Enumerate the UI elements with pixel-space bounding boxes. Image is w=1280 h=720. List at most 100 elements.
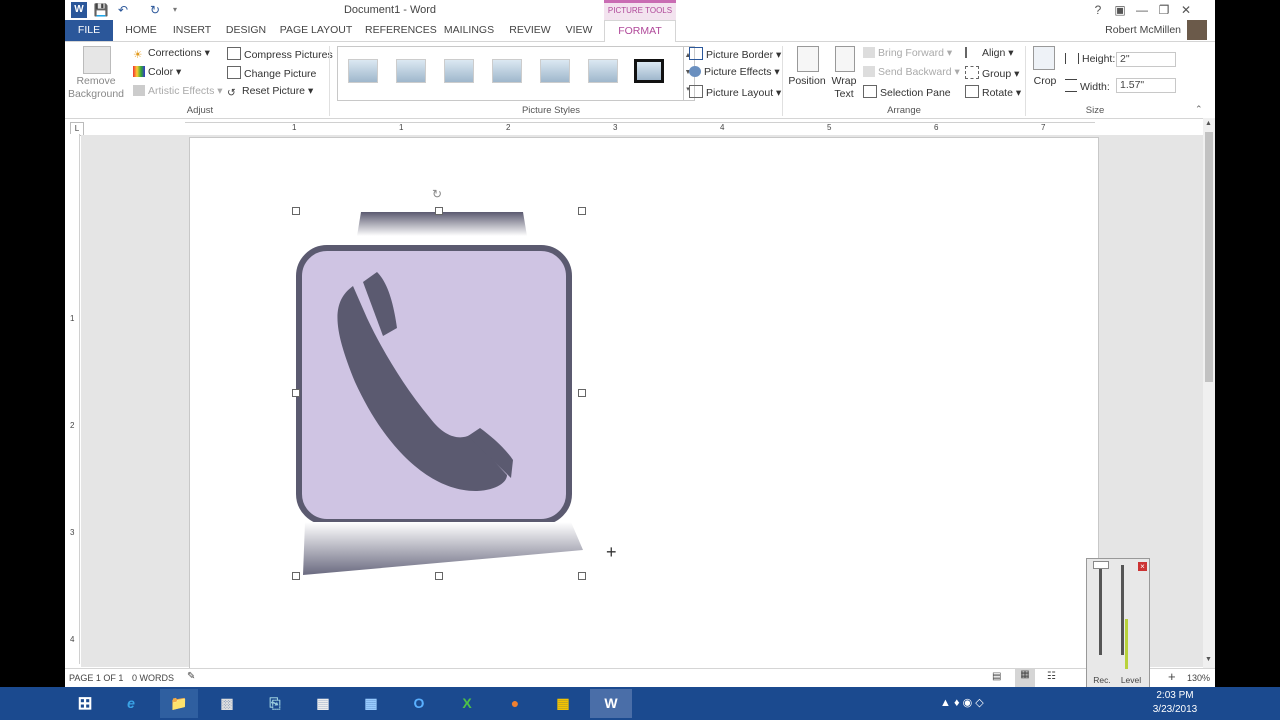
tray-icons[interactable]: ▲ ♦ ◉ ◇ (940, 696, 984, 709)
office-tiles-icon[interactable]: ▦ (544, 689, 582, 718)
bring-forward-button[interactable]: Bring Forward ▾ (863, 47, 952, 59)
resize-handle-top-right[interactable] (578, 207, 586, 215)
group-label-arrange: Arrange (887, 105, 921, 116)
word-taskbar-icon[interactable]: W (590, 689, 632, 718)
web-layout-icon[interactable]: ☷ (1047, 671, 1056, 682)
picture-style-2[interactable] (396, 59, 426, 83)
crop-icon[interactable] (1033, 46, 1055, 70)
title-bar: W 💾 ↶ ↻ ▾ Document1 - Word PICTURE TOOLS… (65, 0, 1215, 20)
picture-style-7[interactable] (634, 59, 664, 83)
wrap-text-icon[interactable] (835, 46, 855, 72)
remote-desktop-icon[interactable]: ▦ (352, 689, 390, 718)
scroll-up-icon[interactable]: ▲ (1205, 120, 1212, 127)
remove-background-button[interactable]: Remove Background (67, 75, 125, 101)
word-count[interactable]: 0 WORDS (132, 673, 174, 683)
position-button[interactable]: Position (783, 75, 831, 88)
vertical-scrollbar[interactable]: ▲ ▼ (1203, 118, 1215, 668)
selection-pane-button[interactable]: Selection Pane (863, 85, 951, 99)
zoom-level[interactable]: 130% (1187, 673, 1210, 683)
compress-pictures-button[interactable]: Compress Pictures (227, 47, 333, 61)
zoom-in-icon[interactable]: + (1168, 669, 1176, 684)
crop-button[interactable]: Crop (1027, 75, 1063, 88)
group-button[interactable]: Group ▾ (965, 66, 1019, 80)
horizontal-ruler[interactable]: 1 1 2 3 4 5 6 7 (185, 122, 1095, 136)
width-icon (1065, 79, 1077, 92)
height-input[interactable]: 2" (1116, 52, 1176, 67)
vertical-ruler[interactable]: 1 2 3 4 (69, 134, 80, 664)
width-input[interactable]: 1.57" (1116, 78, 1176, 93)
picture-style-5[interactable] (540, 59, 570, 83)
position-icon[interactable] (797, 46, 819, 72)
resize-handle-top-left[interactable] (292, 207, 300, 215)
avatar[interactable] (1187, 20, 1207, 40)
corrections-button[interactable]: ☀ Corrections ▾ (133, 47, 210, 61)
send-backward-button[interactable]: Send Backward ▾ (863, 66, 960, 78)
taskbar-clock[interactable]: 2:03 PM 3/23/2013 (1148, 689, 1202, 717)
network-app-icon[interactable]: ⎘ (256, 689, 294, 718)
scroll-thumb[interactable] (1205, 132, 1213, 382)
firefox-icon[interactable]: ● (496, 689, 534, 718)
resize-handle-bottom-right[interactable] (578, 572, 586, 580)
picture-layout-button[interactable]: Picture Layout ▾ (689, 85, 781, 99)
picture-border-button[interactable]: Picture Border ▾ (689, 47, 781, 61)
ribbon-display-options-icon[interactable]: ▣ (1109, 0, 1131, 20)
resize-handle-top[interactable] (435, 207, 443, 215)
picture-style-3[interactable] (444, 59, 474, 83)
print-layout-icon[interactable]: ▦ (1015, 669, 1035, 687)
start-button-icon[interactable]: ⊞ (66, 689, 104, 718)
tab-review[interactable]: REVIEW (509, 20, 551, 41)
resize-handle-bottom[interactable] (435, 572, 443, 580)
wrap-text-button[interactable]: Wrap Text (827, 75, 861, 101)
remove-background-icon[interactable] (83, 46, 111, 74)
user-name[interactable]: Robert McMillen (1105, 24, 1181, 36)
collapse-ribbon-icon[interactable]: ⌃ (1195, 104, 1203, 115)
scroll-down-icon[interactable]: ▼ (1205, 656, 1212, 663)
picture-style-1[interactable] (348, 59, 378, 83)
read-mode-icon[interactable]: ▤ (992, 671, 1001, 682)
word-window: W 💾 ↶ ↻ ▾ Document1 - Word PICTURE TOOLS… (65, 0, 1215, 687)
resize-handle-right[interactable] (578, 389, 586, 397)
reset-picture-button[interactable]: ↺ Reset Picture ▾ (227, 85, 313, 99)
color-button[interactable]: Color ▾ (133, 66, 181, 78)
tab-page-layout[interactable]: PAGE LAYOUT (279, 20, 353, 41)
internet-explorer-icon[interactable]: e (112, 689, 150, 718)
proofing-icon[interactable]: ✎ (187, 671, 195, 682)
tab-home[interactable]: HOME (121, 20, 161, 41)
change-picture-button[interactable]: Change Picture (227, 66, 316, 80)
picture-style-6[interactable] (588, 59, 618, 83)
picture-effects-button[interactable]: Picture Effects ▾ (689, 66, 780, 78)
tab-insert[interactable]: INSERT (171, 20, 213, 41)
meter-close-icon[interactable]: × (1138, 562, 1147, 571)
align-button[interactable]: Align ▾ (965, 47, 1014, 59)
document-page[interactable]: ↻ + (189, 137, 1099, 679)
phone-icon-picture[interactable] (295, 210, 583, 575)
rec-vol-slider-track[interactable] (1099, 565, 1102, 655)
tab-view[interactable]: VIEW (563, 20, 595, 41)
calculator-icon[interactable]: ▦ (304, 689, 342, 718)
artistic-effects-button[interactable]: Artistic Effects ▾ (133, 85, 223, 97)
page-count[interactable]: PAGE 1 OF 1 (69, 673, 123, 683)
tab-design[interactable]: DESIGN (225, 20, 267, 41)
picture-style-4[interactable] (492, 59, 522, 83)
rotate-button[interactable]: Rotate ▾ (965, 85, 1021, 99)
rotate-handle-icon[interactable]: ↻ (432, 188, 444, 200)
outlook-icon[interactable]: O (400, 689, 438, 718)
help-button[interactable]: ? (1087, 0, 1109, 20)
crosshair-cursor-icon: + (606, 542, 617, 562)
excel-icon[interactable]: X (448, 689, 486, 718)
picture-tools-header: PICTURE TOOLS (604, 0, 676, 20)
restore-icon[interactable]: ❐ (1153, 0, 1175, 20)
close-icon[interactable]: ✕ (1175, 0, 1197, 20)
selected-picture[interactable]: ↻ (292, 188, 586, 580)
rec-vol-slider-handle[interactable] (1093, 561, 1109, 569)
minimize-icon[interactable]: — (1131, 0, 1153, 20)
ribbon-separator (329, 46, 330, 116)
resize-handle-bottom-left[interactable] (292, 572, 300, 580)
tab-file[interactable]: FILE (65, 20, 113, 41)
command-prompt-icon[interactable]: ▩ (208, 689, 246, 718)
resize-handle-left[interactable] (292, 389, 300, 397)
tab-mailings[interactable]: MAILINGS (442, 20, 496, 41)
tab-format[interactable]: FORMAT (604, 20, 676, 42)
file-explorer-icon[interactable]: 📁 (160, 689, 198, 718)
tab-references[interactable]: REFERENCES (365, 20, 437, 41)
